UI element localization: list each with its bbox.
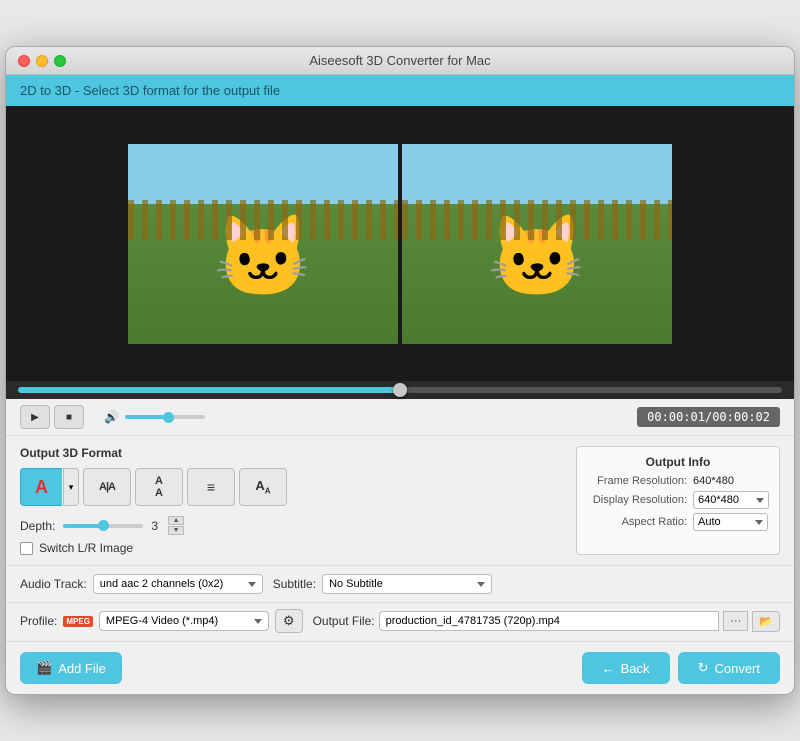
controls-bar: ▶ ■ 🔊 00:00:01/00:00:02 xyxy=(6,399,794,436)
anaglyph-btn-group: A ▾ xyxy=(20,468,79,506)
traffic-lights xyxy=(18,55,66,67)
play-button[interactable]: ▶ xyxy=(20,405,50,429)
output-info-title: Output Info xyxy=(587,455,769,469)
profile-select[interactable]: MPEG-4 Video (*.mp4) xyxy=(99,611,269,631)
format-section: Output 3D Format A ▾ A|A AA xyxy=(6,436,794,566)
output-info-panel: Output Info Frame Resolution: 640*480 Di… xyxy=(576,446,780,555)
output-file-input[interactable] xyxy=(379,611,720,631)
step-bar: 2D to 3D - Select 3D format for the outp… xyxy=(6,75,794,106)
volume-slider[interactable] xyxy=(125,415,205,419)
depth-decrement[interactable]: ▼ xyxy=(168,526,184,535)
switch-lr-row: Switch L/R Image xyxy=(20,541,556,555)
format-title: Output 3D Format xyxy=(20,446,556,460)
title-bar: Aiseesoft 3D Converter for Mac xyxy=(6,47,794,75)
time-display: 00:00:01/00:00:02 xyxy=(637,407,780,427)
stop-button[interactable]: ■ xyxy=(54,405,84,429)
fields-row-2: Profile: MPEG MPEG-4 Video (*.mp4) ⚙ Out… xyxy=(6,603,794,642)
checkerboard-icon: AA xyxy=(255,478,270,496)
back-label: Back xyxy=(621,661,650,676)
frame-res-row: Frame Resolution: 640*480 xyxy=(587,475,769,487)
display-res-label: Display Resolution: xyxy=(587,494,687,506)
side-by-side-button[interactable]: A|A xyxy=(83,468,131,506)
fields-row-1: Audio Track: und aac 2 channels (0x2) Su… xyxy=(6,566,794,603)
right-buttons: ← Back ↻ Convert xyxy=(582,652,780,684)
subtitle-group: Subtitle: No Subtitle xyxy=(273,574,492,594)
close-button[interactable] xyxy=(18,55,30,67)
subtitle-select[interactable]: No Subtitle xyxy=(322,574,492,594)
volume-area: 🔊 xyxy=(104,410,205,424)
main-window: Aiseesoft 3D Converter for Mac 2D to 3D … xyxy=(5,46,795,695)
video-area xyxy=(6,106,794,381)
output-file-group: Output File: ··· 📂 xyxy=(313,611,780,632)
stop-icon: ■ xyxy=(66,412,72,423)
side-by-side-icon: A|A xyxy=(99,481,115,493)
aspect-ratio-label: Aspect Ratio: xyxy=(587,516,687,528)
switch-lr-label: Switch L/R Image xyxy=(39,541,133,555)
depth-row: Depth: 3 ▲ ▼ xyxy=(20,516,556,535)
format-buttons: A ▾ A|A AA ≡ AA xyxy=(20,468,556,506)
fence-left xyxy=(128,200,398,240)
convert-label: Convert xyxy=(714,661,760,676)
step-text: 2D to 3D - Select 3D format for the outp… xyxy=(20,83,280,98)
output-folder-button[interactable]: 📂 xyxy=(752,611,780,632)
mpg-icon: MPEG xyxy=(63,616,93,627)
add-file-label: Add File xyxy=(58,661,106,676)
convert-button[interactable]: ↻ Convert xyxy=(678,652,780,684)
play-icon: ▶ xyxy=(31,412,39,423)
depth-stepper[interactable]: ▲ ▼ xyxy=(168,516,184,535)
anaglyph-icon: A xyxy=(35,477,48,498)
seek-bar[interactable] xyxy=(18,387,782,393)
add-file-icon: 🎬 xyxy=(36,660,52,676)
video-frame-right xyxy=(402,144,672,344)
top-bottom-button[interactable]: AA xyxy=(135,468,183,506)
cat-scene-right xyxy=(402,144,672,344)
window-title: Aiseesoft 3D Converter for Mac xyxy=(309,53,490,68)
display-res-row: Display Resolution: 640*480 720*480 1280… xyxy=(587,491,769,509)
checkerboard-button[interactable]: AA xyxy=(239,468,287,506)
output-file-label: Output File: xyxy=(313,614,375,628)
fence-right xyxy=(402,200,672,240)
format-left: Output 3D Format A ▾ A|A AA xyxy=(20,446,556,555)
cat-scene-left xyxy=(128,144,398,344)
frame-res-value: 640*480 xyxy=(693,475,734,487)
gear-button[interactable]: ⚙ xyxy=(275,609,303,633)
add-file-button[interactable]: 🎬 Add File xyxy=(20,652,122,684)
anaglyph-dropdown-arrow[interactable]: ▾ xyxy=(63,468,79,506)
top-bottom-icon: AA xyxy=(155,475,163,499)
audio-track-group: Audio Track: und aac 2 channels (0x2) xyxy=(20,574,263,594)
aspect-ratio-row: Aspect Ratio: Auto 4:3 16:9 xyxy=(587,513,769,531)
volume-knob[interactable] xyxy=(163,412,174,423)
video-frame-left xyxy=(128,144,398,344)
back-icon: ← xyxy=(602,661,615,676)
play-controls: ▶ ■ xyxy=(20,405,84,429)
depth-knob[interactable] xyxy=(98,520,109,531)
anaglyph-button[interactable]: A xyxy=(20,468,62,506)
display-res-select[interactable]: 640*480 720*480 1280*720 1920*1080 xyxy=(693,491,769,509)
profile-group: Profile: MPEG MPEG-4 Video (*.mp4) ⚙ xyxy=(20,609,303,633)
volume-icon: 🔊 xyxy=(104,410,119,424)
interleaved-icon: ≡ xyxy=(207,479,215,495)
frame-res-label: Frame Resolution: xyxy=(587,475,687,487)
output-dots-button[interactable]: ··· xyxy=(723,611,748,631)
seek-bar-container xyxy=(6,381,794,399)
aspect-ratio-select[interactable]: Auto 4:3 16:9 xyxy=(693,513,768,531)
minimize-button[interactable] xyxy=(36,55,48,67)
back-button[interactable]: ← Back xyxy=(582,652,670,684)
profile-label: Profile: xyxy=(20,614,57,628)
audio-track-select[interactable]: und aac 2 channels (0x2) xyxy=(93,574,263,594)
depth-label: Depth: xyxy=(20,519,55,533)
depth-increment[interactable]: ▲ xyxy=(168,516,184,525)
audio-track-label: Audio Track: xyxy=(20,577,87,591)
profile-row: MPEG MPEG-4 Video (*.mp4) ⚙ xyxy=(63,609,302,633)
convert-icon: ↻ xyxy=(698,660,709,676)
depth-slider[interactable] xyxy=(63,524,143,528)
subtitle-label: Subtitle: xyxy=(273,577,316,591)
action-bar: 🎬 Add File ← Back ↻ Convert xyxy=(6,642,794,694)
switch-lr-checkbox[interactable] xyxy=(20,542,33,555)
maximize-button[interactable] xyxy=(54,55,66,67)
depth-value: 3 xyxy=(151,519,158,533)
seek-knob[interactable] xyxy=(393,383,407,397)
interleaved-button[interactable]: ≡ xyxy=(187,468,235,506)
video-frames xyxy=(128,144,672,344)
